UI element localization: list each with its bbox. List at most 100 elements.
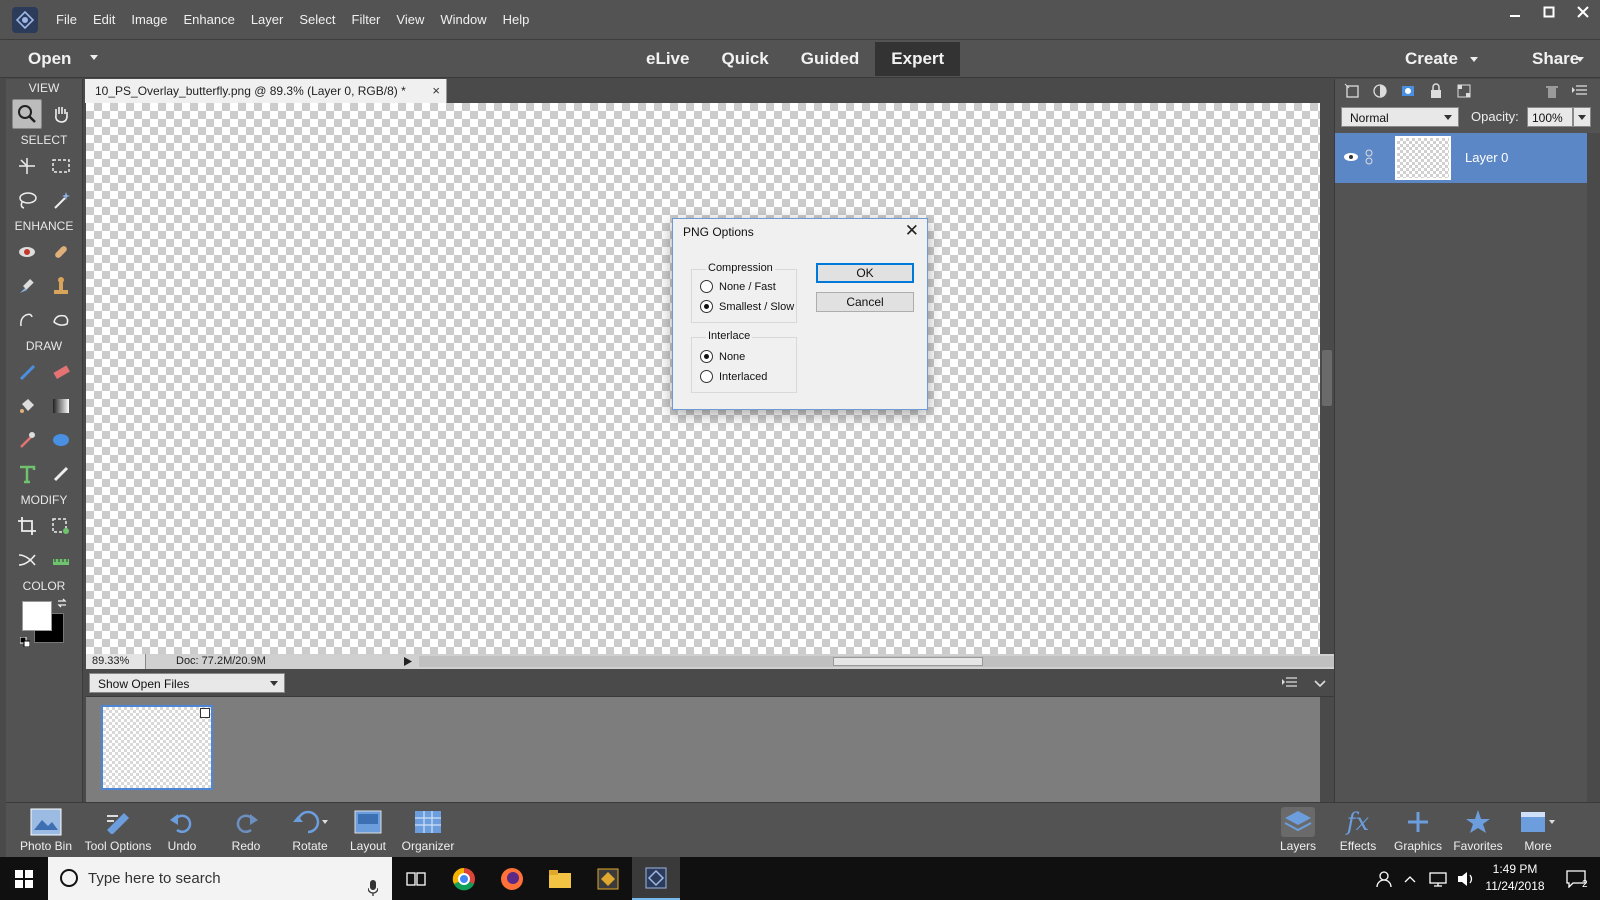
smart-brush-tool-icon[interactable] — [12, 271, 42, 301]
crop-tool-icon[interactable] — [12, 511, 42, 541]
blend-mode-select[interactable]: Normal — [1341, 107, 1459, 127]
file-explorer-icon[interactable] — [536, 857, 584, 900]
open-dropdown-icon[interactable] — [90, 55, 98, 60]
clone-stamp-tool-icon[interactable] — [46, 271, 76, 301]
radio-button-selected[interactable] — [700, 300, 713, 313]
lock-transparency-icon[interactable] — [1455, 82, 1473, 100]
eraser-tool-icon[interactable] — [46, 357, 76, 387]
content-aware-move-tool-icon[interactable] — [12, 545, 42, 575]
radio-button-selected[interactable] — [700, 350, 713, 363]
scrollbar-thumb[interactable] — [1322, 350, 1332, 406]
marquee-tool-icon[interactable] — [46, 151, 76, 181]
network-icon[interactable] — [1424, 857, 1452, 900]
opacity-dropdown-icon[interactable] — [1573, 107, 1591, 127]
action-center-icon[interactable]: 2 — [1552, 857, 1600, 900]
move-tool-icon[interactable] — [12, 151, 42, 181]
open-button[interactable]: Open — [28, 40, 71, 78]
zoom-level[interactable]: 89.33% — [86, 654, 146, 669]
maximize-icon[interactable] — [1532, 0, 1566, 24]
task-view-icon[interactable] — [392, 857, 440, 900]
menu-file[interactable]: File — [48, 0, 85, 40]
zoom-tool-icon[interactable] — [12, 99, 42, 129]
new-layer-icon[interactable] — [1343, 82, 1361, 100]
layer-row[interactable]: Layer 0 — [1335, 133, 1587, 183]
chrome-icon[interactable] — [440, 857, 488, 900]
opacity-input[interactable]: 100% — [1527, 107, 1573, 127]
photoshop-elements-editor-icon[interactable] — [632, 857, 680, 900]
canvas-horizontal-scrollbar[interactable] — [419, 656, 1334, 667]
lock-icon[interactable] — [1427, 82, 1445, 100]
swap-colors-icon[interactable] — [56, 597, 68, 612]
panel-menu-icon[interactable] — [1571, 82, 1589, 100]
scrollbar-thumb[interactable] — [833, 657, 983, 666]
document-tab[interactable]: 10_PS_Overlay_butterfly.png @ 89.3% (Lay… — [85, 79, 447, 103]
create-button[interactable]: Create — [1405, 40, 1458, 78]
menu-enhance[interactable]: Enhance — [176, 0, 243, 40]
radio-button[interactable] — [700, 370, 713, 383]
menu-edit[interactable]: Edit — [85, 0, 123, 40]
photo-bin-scrollbar[interactable] — [1320, 697, 1334, 802]
close-icon[interactable]: ✕ — [905, 221, 919, 241]
shape-tool-icon[interactable] — [46, 425, 76, 455]
tab-guided[interactable]: Guided — [785, 42, 876, 76]
lasso-tool-icon[interactable] — [12, 185, 42, 215]
default-colors-icon[interactable] — [19, 635, 31, 650]
visibility-eye-icon[interactable] — [1343, 150, 1359, 167]
compression-none-fast-option[interactable]: None / Fast — [700, 280, 776, 293]
taskbar-search-box[interactable]: Type here to search — [48, 857, 392, 900]
tab-expert[interactable]: Expert — [875, 42, 961, 76]
photoshop-elements-organizer-icon[interactable] — [584, 857, 632, 900]
pencil-tool-icon[interactable] — [46, 459, 76, 489]
magic-wand-tool-icon[interactable] — [46, 185, 76, 215]
layer-name[interactable]: Layer 0 — [1465, 133, 1508, 183]
menu-image[interactable]: Image — [123, 0, 175, 40]
cancel-button[interactable]: Cancel — [816, 292, 914, 312]
adjustment-layer-icon[interactable] — [1371, 82, 1389, 100]
photo-bin-button[interactable]: Photo Bin — [6, 803, 86, 858]
create-dropdown-icon[interactable] — [1470, 57, 1478, 62]
close-icon[interactable] — [1566, 0, 1600, 24]
gradient-tool-icon[interactable] — [46, 391, 76, 421]
menu-view[interactable]: View — [388, 0, 432, 40]
bin-menu-icon[interactable] — [1282, 676, 1298, 693]
layer-mask-icon[interactable] — [1399, 82, 1417, 100]
canvas-vertical-scrollbar[interactable] — [1320, 103, 1334, 654]
tab-elive[interactable]: eLive — [630, 42, 705, 76]
share-button[interactable]: Share — [1532, 40, 1579, 78]
sponge-tool-icon[interactable] — [46, 305, 76, 335]
compression-smallest-slow-option[interactable]: Smallest / Slow — [700, 300, 794, 313]
layers-scrollbar[interactable] — [1587, 133, 1600, 802]
brush-tool-icon[interactable] — [12, 357, 42, 387]
radio-button[interactable] — [700, 280, 713, 293]
eyedropper-tool-icon[interactable] — [12, 425, 42, 455]
menu-window[interactable]: Window — [432, 0, 494, 40]
minimize-icon[interactable] — [1498, 0, 1532, 24]
organizer-button[interactable]: Organizer — [388, 803, 468, 858]
type-tool-icon[interactable] — [12, 459, 42, 489]
menu-help[interactable]: Help — [495, 0, 538, 40]
paint-bucket-tool-icon[interactable] — [12, 391, 42, 421]
spot-healing-tool-icon[interactable] — [46, 237, 76, 267]
volume-icon[interactable] — [1452, 857, 1480, 900]
status-menu-arrow-icon[interactable] — [404, 657, 412, 669]
photo-bin-source-select[interactable]: Show Open Files — [89, 673, 285, 693]
tab-quick[interactable]: Quick — [705, 42, 784, 76]
trash-icon[interactable] — [1543, 82, 1561, 100]
taskbar-clock[interactable]: 1:49 PM 11/24/2018 — [1480, 861, 1550, 895]
firefox-icon[interactable] — [488, 857, 536, 900]
layer-link-icon[interactable] — [1365, 149, 1373, 168]
windows-start-icon[interactable] — [0, 857, 48, 900]
red-eye-tool-icon[interactable] — [12, 237, 42, 267]
menu-select[interactable]: Select — [291, 0, 343, 40]
blur-tool-icon[interactable] — [12, 305, 42, 335]
photo-bin-thumbnail[interactable] — [101, 705, 213, 790]
hand-tool-icon[interactable] — [46, 99, 76, 129]
ok-button[interactable]: OK — [816, 263, 914, 283]
interlace-none-option[interactable]: None — [700, 350, 745, 363]
straighten-tool-icon[interactable] — [46, 545, 76, 575]
interlace-interlaced-option[interactable]: Interlaced — [700, 370, 767, 383]
menu-layer[interactable]: Layer — [243, 0, 292, 40]
chevron-up-icon[interactable] — [1396, 857, 1424, 900]
microphone-icon[interactable] — [367, 870, 379, 900]
collapse-bin-icon[interactable] — [1314, 677, 1326, 692]
